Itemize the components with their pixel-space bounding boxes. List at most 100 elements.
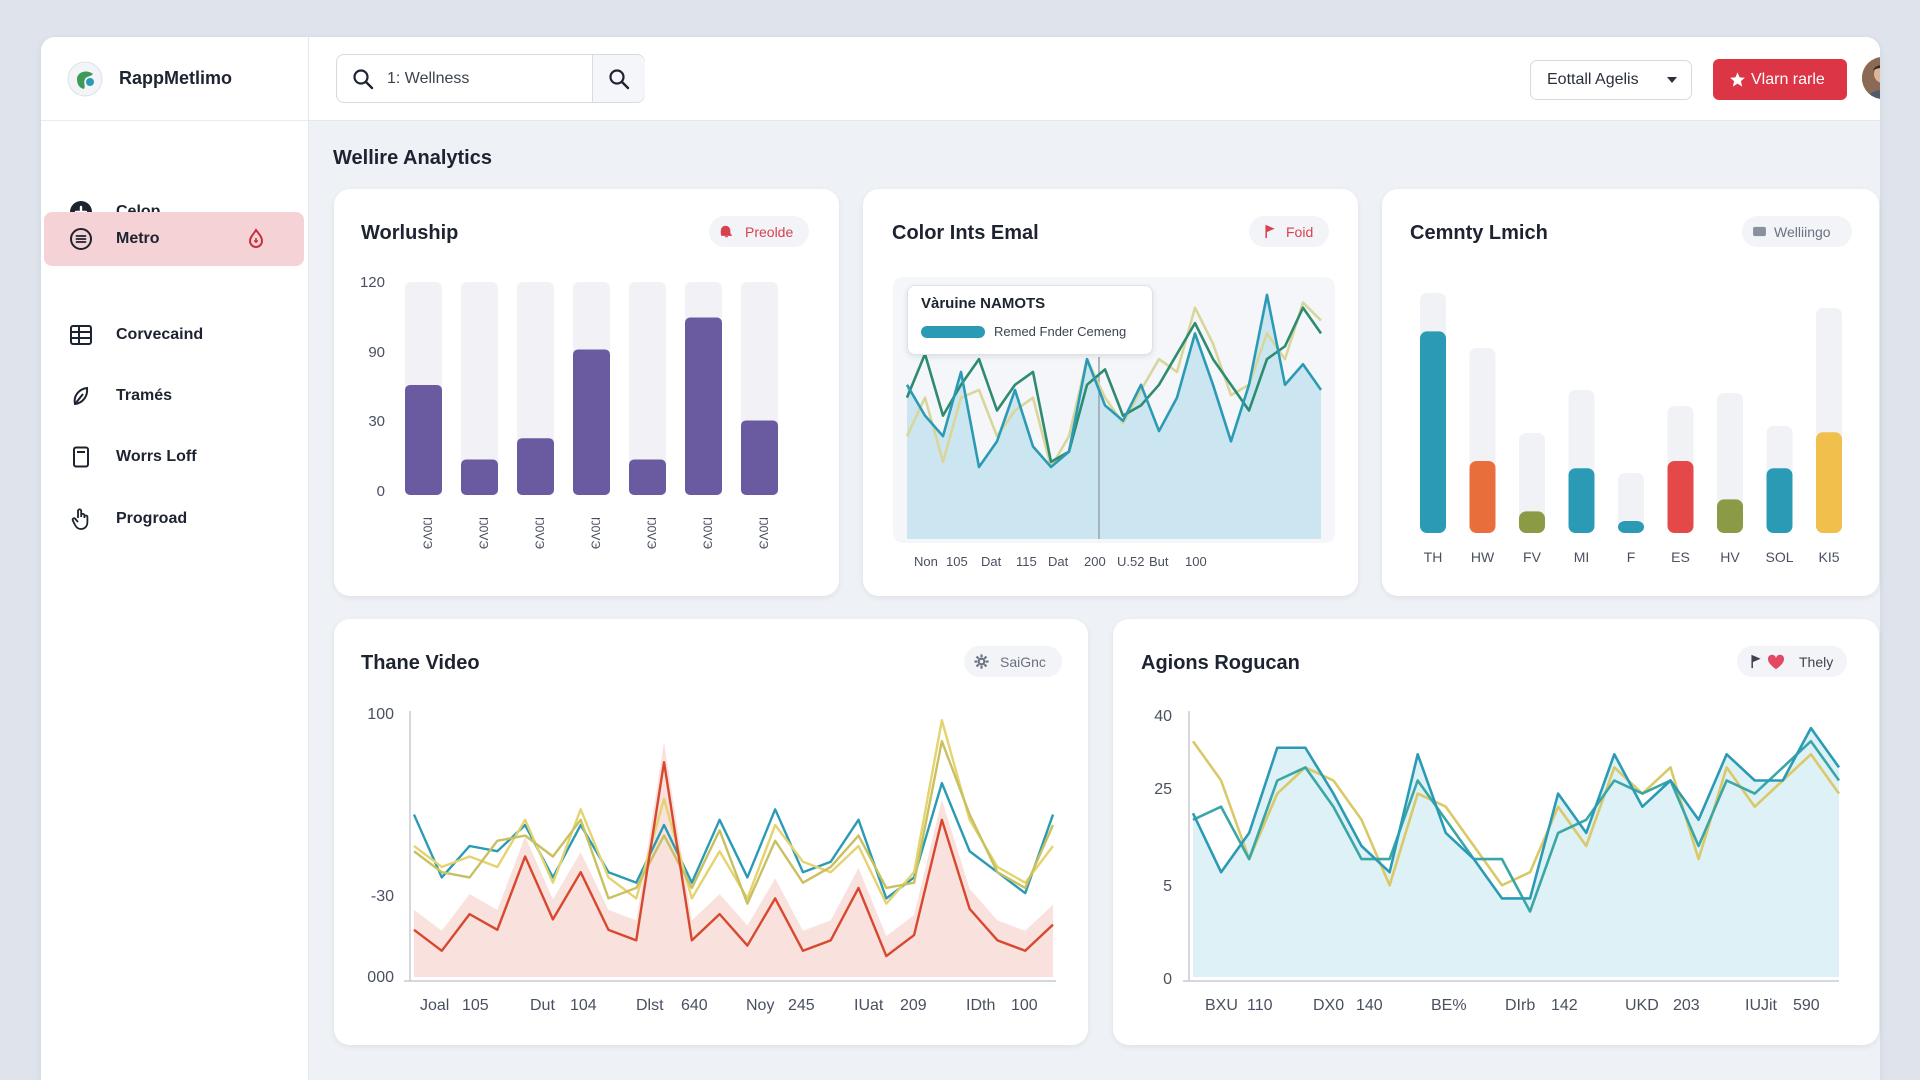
card-cemnty: Cemnty Lmich Welliingo TH HW FV MI F ES HV SOL K… [1382, 189, 1879, 596]
y-tick-label: 0 [377, 483, 385, 500]
x-tick-label: But [1149, 554, 1169, 569]
primary-action-button[interactable]: Vlarn rarle [1713, 59, 1847, 100]
bar [573, 349, 610, 495]
bar [1568, 468, 1595, 533]
chart-color: Non 105 Dat 115 Dat 200 U.52 But 100 [893, 277, 1335, 569]
y-tick-label: -30 [371, 888, 394, 905]
bar [1766, 468, 1793, 533]
bar [1420, 331, 1446, 533]
bar [629, 459, 666, 495]
search-icon [609, 69, 630, 90]
x-tick-label: DX0 [1313, 997, 1344, 1014]
x-tick-label: 110 [1247, 997, 1273, 1014]
bar [1618, 521, 1644, 533]
card-color: Color Ints Emal Foid Non 105 Dat 115 Dat 200 U… [863, 189, 1358, 596]
card-agions: Agions Rogucan Thely 40 25 5 0 BXU 110 DX0 140 B… [1113, 619, 1879, 1045]
sidebar-item-label: Tramés [116, 387, 173, 404]
x-tick-label: 203 [1673, 997, 1700, 1014]
x-tick-label: Joal [420, 997, 449, 1014]
x-tick-label: 200 [1084, 554, 1106, 569]
x-tick-label: FV [1523, 549, 1542, 565]
x-tick-label: 140 [1356, 997, 1383, 1014]
y-tick-label: 120 [360, 274, 385, 291]
x-tick-label: Ŋ0VЭ [533, 517, 547, 549]
sidebar-item-trames[interactable]: Tramés [44, 369, 304, 423]
y-tick-label: 25 [1154, 781, 1172, 798]
y-tick-label: 5 [1163, 878, 1172, 895]
sidebar-item-corvecaind[interactable]: Corvecaind [44, 308, 304, 362]
x-tick-label: Noy [746, 997, 774, 1014]
area-fill [1193, 728, 1839, 977]
x-tick-label: IDth [966, 997, 995, 1014]
x-tick-label: BE% [1431, 997, 1467, 1014]
x-tick-label: Non [914, 554, 938, 569]
brand: RappMetlimo [41, 37, 308, 121]
filter-select[interactable]: Eottall Agelis [1530, 60, 1692, 100]
sidebar-item-label: Worrs Loff [116, 448, 197, 465]
sidebar-item-label: Metro [116, 230, 160, 247]
tooltip-title: Vàruine NAMOTS [921, 295, 1046, 312]
y-tick-label: 90 [368, 344, 385, 361]
x-tick-label: DIrb [1505, 997, 1535, 1014]
x-tick-label: 142 [1551, 997, 1578, 1014]
x-tick-label: Dut [530, 997, 555, 1014]
sidebar-item-progroad[interactable]: Progroad [44, 492, 304, 546]
x-tick-label: Ŋ0VЭ [421, 517, 435, 549]
tooltip-item: Remed Fnder Cemeng [994, 324, 1127, 339]
bar [517, 438, 554, 495]
x-tick-label: 100 [1011, 997, 1038, 1014]
avatar[interactable] [1862, 57, 1880, 99]
x-tick-label: 245 [788, 997, 815, 1014]
y-tick-label: 30 [368, 413, 385, 430]
filter-select-value: Eottall Agelis [1547, 71, 1639, 88]
x-tick-label: 105 [946, 554, 968, 569]
search-button[interactable] [592, 55, 645, 102]
bar [461, 459, 498, 495]
chart-agions: 40 25 5 0 BXU 110 DX0 140 BE% DIrb 142 UKD 203 IUJit 5… [1154, 708, 1841, 1014]
y-tick-label: 000 [367, 969, 394, 986]
sidebar-item-worrs-loff[interactable]: Worrs Loff [44, 430, 304, 484]
y-tick-label: 100 [367, 706, 394, 723]
sidebar-item-label: Corvecaind [116, 326, 204, 343]
x-tick-label: F [1627, 549, 1636, 565]
x-tick-label: UKD [1625, 997, 1659, 1014]
x-tick-label: Ŋ0VЭ [477, 517, 491, 549]
bar [685, 317, 722, 495]
chevron-down-icon [1667, 77, 1677, 83]
flame-icon[interactable] [244, 227, 268, 251]
tooltip-swatch [921, 326, 985, 338]
x-tick-label: Dat [981, 554, 1002, 569]
sidebar: RappMetlimo Celop Metro [41, 37, 309, 1080]
avatar-image [1862, 57, 1880, 99]
list-circle-icon [70, 228, 92, 250]
card-worship: Worluship Preolde 120 90 30 0 Ŋ0VЭ Ŋ0VЭ Ŋ0VЭ Ŋ0… [334, 189, 839, 596]
search-icon [353, 69, 374, 90]
bar [1469, 461, 1496, 533]
x-tick-label: ES [1671, 549, 1690, 565]
chart-worship: 120 90 30 0 Ŋ0VЭ Ŋ0VЭ Ŋ0VЭ Ŋ0VЭ Ŋ0VЭ Ŋ0VЭ Ŋ0VЭ [360, 274, 778, 549]
x-tick-label: Ŋ0VЭ [589, 517, 603, 549]
leaf-icon [73, 386, 89, 406]
x-tick-label: IUat [854, 997, 884, 1014]
bar [405, 384, 442, 495]
x-tick-label: TH [1424, 549, 1443, 565]
star-icon [1730, 72, 1745, 87]
document-icon [73, 446, 89, 468]
primary-action-label: Vlarn rarle [1751, 71, 1825, 88]
x-tick-label: HV [1720, 549, 1740, 565]
y-tick-label: 40 [1154, 708, 1172, 725]
x-tick-label: SOL [1765, 549, 1793, 565]
bar [1717, 499, 1743, 533]
x-tick-label: 100 [1185, 554, 1207, 569]
hand-pointer-icon [71, 508, 89, 530]
chart-thane: 100 -30 000 Joal 105 Dut 104 Dlst 640 Noy 245 IUat 2… [367, 706, 1056, 1014]
bar [741, 420, 778, 495]
x-tick-label: IUJit [1745, 997, 1778, 1014]
app-name: RappMetlimo [119, 68, 233, 88]
sidebar-item-metro[interactable]: Metro [44, 212, 304, 266]
chart-tooltip: Vàruine NAMOTS Remed Fnder Cemeng [907, 285, 1153, 355]
x-tick-label: 209 [900, 997, 927, 1014]
bar [1667, 461, 1694, 533]
x-tick-label: U.52 [1117, 554, 1144, 569]
search-input[interactable] [385, 66, 589, 92]
